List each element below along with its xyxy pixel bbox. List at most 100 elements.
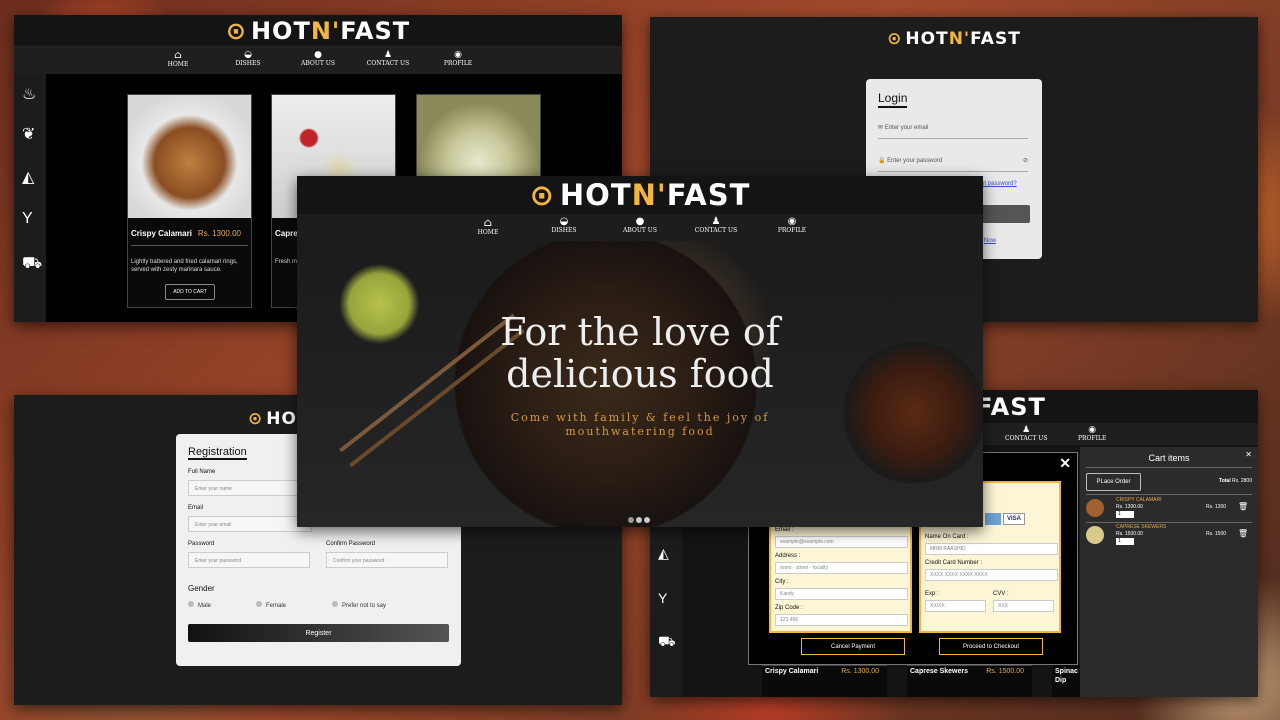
nav-profile[interactable]: ◉ PROFILE (754, 216, 830, 241)
nav-label: CONTACT US (366, 60, 410, 67)
nav-contact[interactable]: ♟ CONTACT US (678, 216, 754, 241)
cart-total: Total Rs. 2800 (1219, 478, 1252, 484)
cart-panel: Cart items ✕ PLace Order Total Rs. 2800 … (1080, 447, 1258, 697)
dish-thumbnail (1086, 526, 1104, 544)
carousel-dot[interactable] (628, 517, 634, 523)
dish-price: Rs. 1300.00 (841, 668, 879, 675)
card-name-input[interactable]: MRM RAASHID (925, 543, 1058, 555)
dish-name: Crispy Calamari (765, 668, 819, 675)
fork-plate-icon: ⊙ (248, 409, 264, 429)
cart-icon[interactable]: ⛟ (22, 254, 42, 274)
cart-item-total: Rs. 1500 (1206, 531, 1227, 537)
nav-label: CONTACT US (1005, 435, 1048, 442)
signup-link[interactable]: Now (984, 238, 996, 244)
email-input[interactable]: Enter your email (188, 516, 312, 532)
cart-icon[interactable]: ⛟ (658, 633, 676, 652)
nav-home[interactable]: ⌂ HOME (143, 50, 213, 74)
add-to-cart-button[interactable]: ADD TO CART (165, 284, 215, 300)
dish-card: Crispy Calamari Rs. 1300.00 (762, 665, 887, 697)
trash-icon[interactable]: 🗑 (1238, 529, 1248, 538)
trash-icon[interactable]: 🗑 (1238, 502, 1248, 511)
nav-dishes[interactable]: ◒ DISHES (213, 50, 283, 74)
dish-price: Rs. 1500.00 (986, 668, 1024, 675)
quantity-input[interactable]: 1 (1116, 511, 1134, 518)
nav-label: PROFILE (777, 227, 807, 234)
carousel-dot[interactable] (644, 517, 650, 523)
zip-input[interactable]: 123 456 (775, 614, 908, 626)
hero-subtitle-line2: mouthwatering food (565, 425, 715, 438)
password-placeholder: Enter your password (887, 158, 943, 164)
brand-name-part: HOT (905, 29, 949, 49)
brand-name-part: FAST (976, 393, 1046, 421)
email-input[interactable]: example@example.com (775, 536, 908, 548)
pizza-icon[interactable]: ◭ (22, 167, 34, 187)
gender-option-label: Male (198, 603, 212, 609)
place-order-button[interactable]: PLace Order (1086, 473, 1141, 491)
card-number-input[interactable]: XXXX XXXX XXXX XXXX (925, 569, 1058, 581)
confirm-password-input[interactable]: Confirm your password (326, 552, 448, 568)
exp-input[interactable]: XX/XX (925, 600, 986, 612)
nav-about[interactable]: ● ABOUT US (283, 50, 353, 74)
address-label: Address : (775, 553, 801, 559)
hero-headline-line1: For the love of (500, 310, 780, 354)
password-field[interactable]: 🔒 Enter your password ⊘ (878, 154, 1028, 172)
gender-radio-male[interactable]: Male (188, 601, 211, 609)
password-input[interactable]: Enter your password (188, 552, 310, 568)
bowl-icon: ◒ (244, 50, 252, 60)
cart-item-unit-price: Rs. 1500.00 (1116, 531, 1143, 537)
radio-icon (332, 601, 338, 607)
nav-label: DISHES (235, 60, 261, 67)
close-icon[interactable]: ✕ (1245, 450, 1252, 459)
nav-profile[interactable]: ◉ PROFILE (423, 50, 493, 74)
full-name-label: Full Name (188, 469, 216, 475)
gender-radio-other[interactable]: Prefer not to say (332, 601, 386, 609)
cancel-payment-button[interactable]: Cancel Payment (801, 638, 905, 655)
email-label: Email : (775, 527, 794, 533)
full-name-input[interactable]: Enter your name (188, 480, 312, 496)
brand-name-accent: N' (631, 178, 667, 212)
hero-banner: For the love of delicious food Come with… (297, 241, 983, 527)
home-icon: ⌂ (483, 216, 493, 229)
nav-dishes[interactable]: ◒ DISHES (526, 216, 602, 241)
nav-contact[interactable]: ♟ CONTACT US (353, 50, 423, 74)
dish-card: Spinac Dip (1052, 665, 1080, 697)
close-icon[interactable]: ✕ (1059, 455, 1071, 472)
city-label: City : (775, 579, 789, 585)
hero-headline-line2: delicious food (506, 352, 774, 396)
nav-contact[interactable]: ♟ CONTACT US (1005, 425, 1047, 442)
top-nav: ⌂ HOME ◒ DISHES ● ABOUT US ♟ CONTACT US ◉ PRO… (14, 47, 622, 74)
dish-name: Spinac Dip (1055, 668, 1078, 684)
cart-title: Cart items (1148, 453, 1190, 463)
salad-icon[interactable]: ❦ (22, 124, 35, 144)
carousel-dot[interactable] (636, 517, 642, 523)
cart-item-total: Rs. 1300 (1206, 504, 1227, 510)
forgot-password-link[interactable]: ot password? (981, 181, 1017, 187)
exp-label: Exp : (925, 591, 939, 597)
nav-profile[interactable]: ◉ PROFILE (1078, 425, 1106, 442)
proceed-checkout-button[interactable]: Proceed to Checkout (939, 638, 1043, 655)
register-button[interactable]: Register (188, 624, 449, 642)
address-input[interactable]: room - street - locality (775, 562, 908, 574)
cart-item: CAPRESE SKEWERS Rs. 1500.00 1 Rs. 1500 🗑 (1086, 524, 1252, 548)
nav-label: HOME (477, 229, 499, 236)
cocktail-icon[interactable]: Y (658, 590, 667, 606)
email-field[interactable]: ✉ Enter your email (878, 121, 1028, 139)
login-title: Login (878, 91, 908, 108)
nav-about[interactable]: ● ABOUT US (602, 216, 678, 241)
cake-icon[interactable]: ♨ (22, 84, 36, 104)
fork-plate-icon: ⊙ (225, 16, 247, 45)
nav-label: ABOUT US (301, 60, 335, 67)
cart-item-name: CAPRESE SKEWERS (1116, 524, 1167, 530)
dish-card: Crispy Calamari Rs. 1300.00 Lightly batt… (127, 94, 252, 308)
quantity-input[interactable]: 1 (1116, 538, 1134, 545)
contacts-icon: ♟ (383, 50, 393, 60)
nav-home[interactable]: ⌂ HOME (450, 216, 526, 241)
cvv-input[interactable]: XXX (993, 600, 1054, 612)
city-input[interactable]: Kandy (775, 588, 908, 600)
pizza-icon[interactable]: ◭ (658, 545, 669, 562)
cocktail-icon[interactable]: Y (22, 210, 33, 228)
gender-radio-female[interactable]: Female (256, 601, 286, 609)
profile-icon: ◉ (1088, 425, 1097, 435)
contacts-icon: ♟ (711, 216, 721, 227)
eye-slash-icon[interactable]: ⊘ (1023, 157, 1028, 164)
